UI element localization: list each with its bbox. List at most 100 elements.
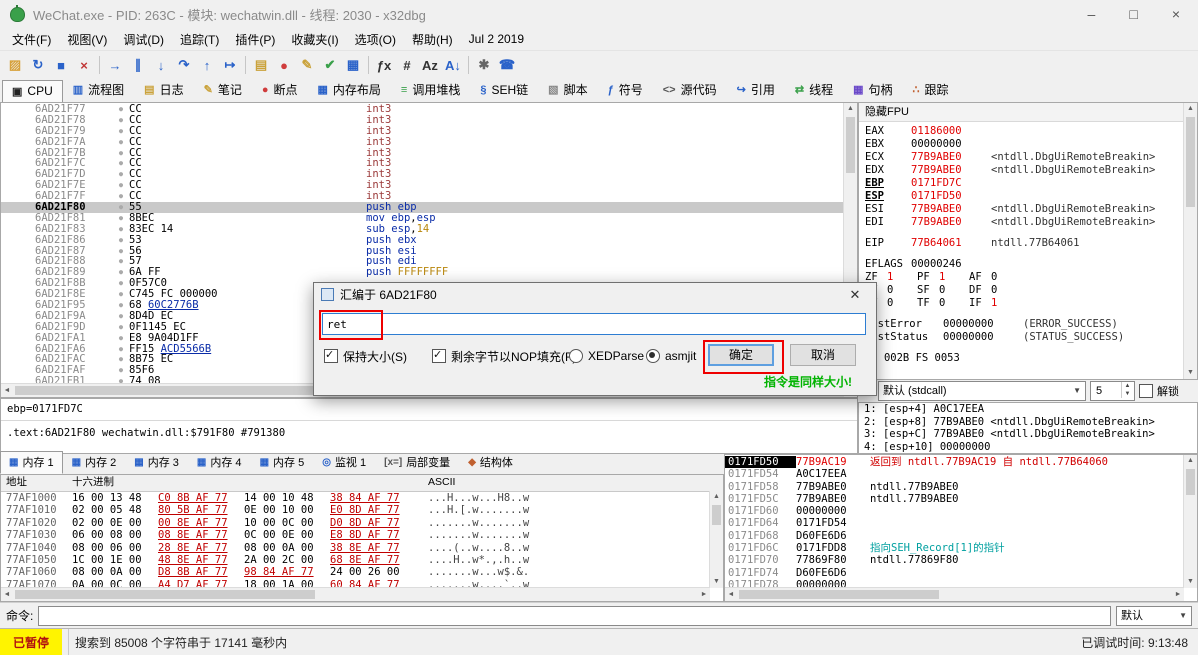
scroll-thumb[interactable] (15, 590, 315, 599)
register-row[interactable]: EDX77B9ABE0<ntdll.DbgUiRemoteBreakin> (865, 164, 1183, 177)
scroll-thumb[interactable] (1186, 469, 1195, 495)
register-row[interactable]: LastStatus00000000(STATUS_SUCCESS) (865, 331, 1183, 344)
scroll-thumb[interactable] (739, 590, 939, 599)
argument-row[interactable]: 4: [esp+10] 00000000 (859, 441, 1197, 454)
disassembly-row[interactable]: 6AD21F79●CCint3 (1, 126, 844, 137)
scroll-left-icon[interactable]: ◄ (725, 588, 737, 601)
disassembly-row[interactable]: 6AD21F7F●CCint3 (1, 191, 844, 202)
close-button[interactable]: × (1172, 6, 1180, 22)
tab-source[interactable]: <>源代码 (653, 77, 727, 103)
memory-row[interactable]: 77AF102002 00 0E 0000 8E AF 7710 00 0C 0… (1, 517, 710, 529)
settings-icon[interactable]: ✱ (473, 54, 495, 76)
az-icon[interactable]: Az (419, 54, 441, 76)
dialog-close-icon[interactable]: ✕ (841, 287, 869, 303)
register-row[interactable]: ECX77B9ABE0<ntdll.DbgUiRemoteBreakin> (865, 151, 1183, 164)
menu-trace[interactable]: 追踪(T) (172, 29, 227, 50)
calling-convention-select[interactable]: 默认 (stdcall) ▼ (878, 381, 1086, 401)
scroll-up-icon[interactable]: ▲ (710, 491, 723, 503)
breakpoint-gutter[interactable] (1, 191, 35, 202)
keep-size-option[interactable]: 保持大小(S) (324, 345, 407, 367)
breakpoint-gutter[interactable] (1, 311, 35, 322)
stack-row[interactable]: 0171FD640171FD54 (725, 517, 1184, 529)
scroll-thumb[interactable] (712, 505, 721, 525)
tab-watch-1[interactable]: ◎监视 1 (313, 451, 375, 474)
register-row[interactable]: ZF1PF1AF0 (865, 271, 1183, 284)
stack-row[interactable]: 0171FD7077869F80ntdll.77869F80 (725, 554, 1184, 566)
stack-vertical-scrollbar[interactable]: ▲ ▼ (1183, 455, 1197, 588)
tab-threads[interactable]: ⇄线程 (785, 77, 843, 103)
stack-row[interactable]: 0171FD74D60FE6D6 (725, 567, 1184, 579)
breakpoint-gutter[interactable] (1, 137, 35, 148)
register-row[interactable]: EBP0171FD7C (865, 177, 1183, 190)
menu-options[interactable]: 选项(O) (347, 29, 404, 50)
scroll-down-icon[interactable]: ▼ (1184, 576, 1197, 588)
run-icon[interactable]: → (104, 54, 126, 76)
memory-row[interactable]: 77AF103006 00 08 0008 8E AF 770C 00 0E 0… (1, 529, 710, 541)
disassembly-row[interactable]: 6AD21F7D●CCint3 (1, 169, 844, 180)
scroll-left-icon[interactable]: ◄ (1, 384, 13, 397)
tab-seh[interactable]: §SEH链 (470, 77, 538, 103)
breakpoint-gutter[interactable] (1, 289, 35, 300)
minimize-button[interactable]: – (1088, 6, 1096, 22)
unlock-checkbox[interactable] (1139, 384, 1153, 398)
tab-locals[interactable]: [x=]局部变量 (375, 451, 459, 474)
breakpoint-gutter[interactable] (1, 202, 35, 213)
stop-icon[interactable]: ■ (50, 54, 72, 76)
register-row[interactable]: EBX00000000 (865, 138, 1183, 151)
step-over-icon[interactable]: ↷ (173, 54, 195, 76)
stack-row[interactable]: 0171FD5077B9AC19返回到 ntdll.77B9AC19 自 ntd… (725, 456, 1184, 468)
tab-dump-4[interactable]: ▦内存 4 (188, 451, 251, 474)
scroll-right-icon[interactable]: ► (1172, 588, 1184, 601)
memory-row[interactable]: 77AF101002 00 05 4880 5B AF 770E 00 10 0… (1, 504, 710, 516)
stack-row[interactable]: 0171FD6000000000 (725, 505, 1184, 517)
tab-symbols[interactable]: ƒ符号 (598, 77, 653, 103)
breakpoint-gutter[interactable] (1, 354, 35, 365)
disassembly-row[interactable]: 6AD21F86●53push ebx (1, 235, 844, 246)
stack-row[interactable]: 0171FD68D60FE6D6 (725, 530, 1184, 542)
disassembly-row[interactable]: 6AD21F87●56push esi (1, 246, 844, 257)
breakpoint-gutter[interactable] (1, 104, 35, 115)
scroll-up-icon[interactable]: ▲ (1184, 455, 1197, 467)
tab-dump-1[interactable]: ▦内存 1 (0, 451, 63, 474)
memory-vertical-scrollbar[interactable]: ▲ ▼ (709, 491, 723, 588)
breakpoint-gutter[interactable] (1, 115, 35, 126)
memory-row[interactable]: 77AF106008 00 0A 00D8 8B AF 7798 84 AF 7… (1, 566, 710, 578)
menu-file[interactable]: 文件(F) (4, 29, 59, 50)
engine-option-xedparse[interactable]: XEDParse (569, 345, 644, 367)
tab-memory-map[interactable]: ▦内存布局 (308, 77, 391, 103)
breakpoint-gutter[interactable] (1, 300, 35, 311)
tab-breakpoints[interactable]: ●断点 (252, 77, 308, 103)
step-into-icon[interactable]: ↓ (150, 54, 172, 76)
register-row[interactable]: EFLAGS00000246 (865, 258, 1183, 271)
tab-log[interactable]: ▤日志 (134, 77, 193, 103)
keep-size-checkbox[interactable] (324, 349, 338, 363)
register-row[interactable]: GS 002B FS 0053 (865, 352, 1183, 365)
menu-debug[interactable]: 调试(D) (115, 29, 172, 50)
argument-row[interactable]: 2: [esp+8] 77B9ABE0 <ntdll.DbgUiRemoteBr… (859, 416, 1197, 429)
breakpoint-gutter[interactable] (1, 148, 35, 159)
tab-struct[interactable]: ◆结构体 (459, 451, 522, 474)
memory-row[interactable]: 77AF100016 00 13 48C0 8B AF 7714 00 10 4… (1, 492, 710, 504)
asmjit-radio[interactable] (646, 349, 660, 363)
assembly-instruction-input[interactable] (322, 313, 866, 335)
memory-horizontal-scrollbar[interactable]: ◄ ► (1, 587, 710, 601)
tab-graph[interactable]: ▥流程图 (63, 77, 134, 103)
scroll-thumb[interactable] (846, 117, 855, 173)
scroll-thumb[interactable] (1186, 117, 1195, 207)
engine-option-asmjit[interactable]: asmjit (646, 345, 696, 367)
register-row[interactable]: CF0TF0IF1 (865, 297, 1183, 310)
disassembly-row[interactable]: 6AD21F7B●CCint3 (1, 148, 844, 159)
breakpoint-gutter[interactable] (1, 158, 35, 169)
pause-icon[interactable]: ∥ (127, 54, 149, 76)
register-row[interactable]: ESP0171FD50 (865, 190, 1183, 203)
scroll-down-icon[interactable]: ▼ (710, 576, 723, 588)
patch-icon[interactable]: ✔ (319, 54, 341, 76)
sort-icon[interactable]: A↓ (442, 54, 464, 76)
argument-row[interactable]: 3: [esp+C] 77B9ABE0 <ntdll.DbgUiRemoteBr… (859, 428, 1197, 441)
stack-row[interactable]: 0171FD54A0C17EEA (725, 468, 1184, 480)
tab-dump-3[interactable]: ▦内存 3 (125, 451, 188, 474)
nop-fill-option[interactable]: 剩余字节以NOP填充(F) (432, 345, 576, 367)
memory-row[interactable]: 77AF104008 00 06 0028 8E AF 7708 00 0A 0… (1, 542, 710, 554)
fx-icon[interactable]: ƒx (373, 54, 395, 76)
disassembly-row[interactable]: 6AD21F7E●CCint3 (1, 180, 844, 191)
